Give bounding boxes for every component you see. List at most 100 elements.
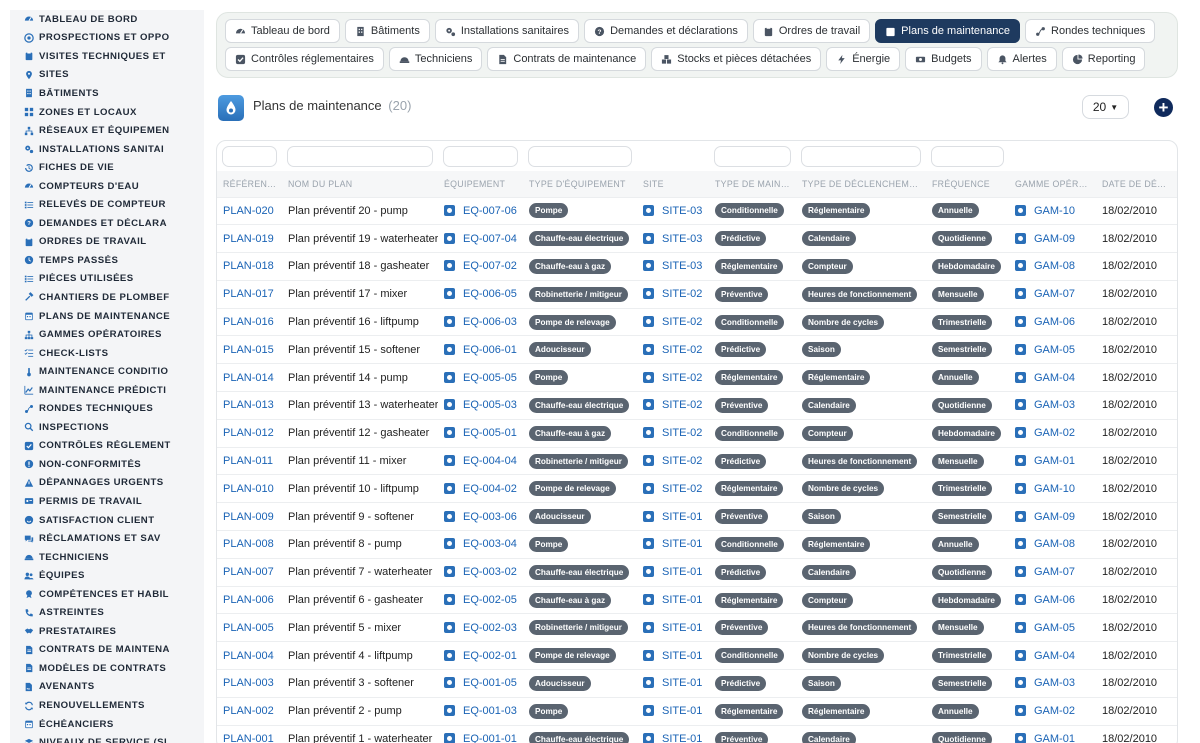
site-link[interactable]: SITE-01 <box>662 733 702 743</box>
site-link[interactable]: SITE-03 <box>662 233 702 245</box>
table-row[interactable]: PLAN-009 Plan préventif 9 - softener EQ-00… <box>217 502 1177 531</box>
reference-link[interactable]: PLAN-013 <box>223 399 274 411</box>
gamme-link[interactable]: GAM-01 <box>1034 455 1075 467</box>
sidebar-item-chantiers-de-plombef[interactable]: CHANTIERS DE PLOMBEF <box>10 288 204 307</box>
sidebar-item-renouvellements[interactable]: RENOUVELLEMENTS <box>10 696 204 715</box>
column-header-reference[interactable]: RÉFÉRENCE <box>217 171 282 197</box>
sidebar-item-fiches-de-vie[interactable]: FICHES DE VIE <box>10 158 204 177</box>
table-row[interactable]: PLAN-001 Plan préventif 1 - waterheater EQ… <box>217 724 1177 743</box>
sidebar-item-visites-techniques-et[interactable]: VISITES TECHNIQUES ET <box>10 47 204 66</box>
site-link[interactable]: SITE-02 <box>662 455 702 467</box>
reference-link[interactable]: PLAN-016 <box>223 316 274 328</box>
filter-input-equipment-type[interactable] <box>528 145 632 167</box>
table-row[interactable]: PLAN-012 Plan préventif 12 - gasheater EQ-… <box>217 418 1177 448</box>
tab-batiments[interactable]: Bâtiments <box>344 19 430 43</box>
site-link[interactable]: SITE-02 <box>662 316 702 328</box>
site-link[interactable]: SITE-02 <box>662 399 702 411</box>
sidebar-item-sites[interactable]: SITES <box>10 66 204 85</box>
tab-rondes-techniques[interactable]: Rondes techniques <box>1025 19 1156 43</box>
table-row[interactable]: PLAN-017 Plan préventif 17 - mixer EQ-006-… <box>217 279 1177 309</box>
site-link[interactable]: SITE-01 <box>662 566 702 578</box>
sidebar-item-techniciens[interactable]: TECHNICIENS <box>10 548 204 567</box>
gamme-link[interactable]: GAM-05 <box>1034 344 1075 356</box>
sidebar-item-echeanciers[interactable]: ÉCHÉANCIERS <box>10 715 204 734</box>
site-link[interactable]: SITE-02 <box>662 483 702 495</box>
site-link[interactable]: SITE-01 <box>662 677 702 689</box>
gamme-link[interactable]: GAM-08 <box>1034 260 1075 272</box>
site-link[interactable]: SITE-01 <box>662 622 702 634</box>
sidebar-item-modeles-de-contrats[interactable]: MODÈLES DE CONTRATS <box>10 659 204 678</box>
filter-input-name[interactable] <box>287 145 433 167</box>
tab-alertes[interactable]: Alertes <box>986 47 1057 71</box>
equipment-link[interactable]: EQ-004-04 <box>463 455 517 467</box>
site-link[interactable]: SITE-02 <box>662 372 702 384</box>
equipment-link[interactable]: EQ-005-05 <box>463 372 517 384</box>
column-header-site[interactable]: SITE <box>637 171 709 197</box>
reference-link[interactable]: PLAN-012 <box>223 427 274 439</box>
reference-link[interactable]: PLAN-002 <box>223 705 274 717</box>
equipment-link[interactable]: EQ-005-03 <box>463 399 517 411</box>
reference-link[interactable]: PLAN-019 <box>223 233 274 245</box>
equipment-link[interactable]: EQ-003-06 <box>463 511 517 523</box>
gamme-link[interactable]: GAM-06 <box>1034 316 1075 328</box>
sidebar-item-batiments[interactable]: BÂTIMENTS <box>10 84 204 103</box>
gamme-link[interactable]: GAM-04 <box>1034 372 1075 384</box>
table-row[interactable]: PLAN-006 Plan préventif 6 - gasheater EQ-0… <box>217 585 1177 614</box>
site-link[interactable]: SITE-01 <box>662 511 702 523</box>
reference-link[interactable]: PLAN-004 <box>223 650 274 662</box>
tab-installations-sanitaires[interactable]: Installations sanitaires <box>434 19 580 43</box>
equipment-link[interactable]: EQ-007-06 <box>463 205 517 217</box>
tab-techniciens[interactable]: Techniciens <box>388 47 483 71</box>
reference-link[interactable]: PLAN-008 <box>223 538 274 550</box>
tab-budgets[interactable]: Budgets <box>905 47 982 71</box>
sidebar-item-controles-reglement[interactable]: CONTRÔLES RÉGLEMENT <box>10 437 204 456</box>
per-page-select[interactable]: 20 ▼ <box>1082 95 1129 119</box>
equipment-link[interactable]: EQ-007-04 <box>463 233 517 245</box>
sidebar-item-reclamations-et-sav[interactable]: RÉCLAMATIONS ET SAV <box>10 529 204 548</box>
reference-link[interactable]: PLAN-020 <box>223 205 274 217</box>
column-header-name[interactable]: NOM DU PLAN <box>282 171 438 197</box>
tab-ordres-de-travail[interactable]: Ordres de travail <box>752 19 871 43</box>
filter-input-maintenance-type[interactable] <box>714 145 791 167</box>
gamme-link[interactable]: GAM-10 <box>1034 205 1075 217</box>
column-header-gamme[interactable]: GAMME OPÉRA... <box>1009 171 1096 197</box>
table-row[interactable]: PLAN-002 Plan préventif 2 - pump EQ-001-03… <box>217 696 1177 726</box>
gamme-link[interactable]: GAM-02 <box>1034 427 1075 439</box>
site-link[interactable]: SITE-02 <box>662 288 702 300</box>
equipment-link[interactable]: EQ-001-03 <box>463 705 517 717</box>
gamme-link[interactable]: GAM-07 <box>1034 288 1075 300</box>
equipment-link[interactable]: EQ-004-02 <box>463 483 517 495</box>
gamme-link[interactable]: GAM-04 <box>1034 650 1075 662</box>
table-row[interactable]: PLAN-014 Plan préventif 14 - pump EQ-005-0… <box>217 363 1177 392</box>
sidebar-item-temps-passes[interactable]: TEMPS PASSÉS <box>10 251 204 270</box>
sidebar-item-plans-de-maintenance[interactable]: PLANS DE MAINTENANCE <box>10 307 204 326</box>
sidebar-item-depannages-urgents[interactable]: DÉPANNAGES URGENTS <box>10 474 204 493</box>
tab-plans-de-maintenance[interactable]: Plans de maintenance <box>875 19 1021 43</box>
tab-stocks-et-pieces-detachees[interactable]: Stocks et pièces détachées <box>651 47 822 71</box>
sidebar-item-gammes-operatoires[interactable]: GAMMES OPÉRATOIRES <box>10 325 204 344</box>
column-header-start-date[interactable]: DATE DE DÉBUT <box>1096 171 1177 197</box>
site-link[interactable]: SITE-01 <box>662 594 702 606</box>
equipment-link[interactable]: EQ-007-02 <box>463 260 517 272</box>
reference-link[interactable]: PLAN-007 <box>223 566 274 578</box>
sidebar-item-ordres-de-travail[interactable]: ORDRES DE TRAVAIL <box>10 233 204 252</box>
reference-link[interactable]: PLAN-005 <box>223 622 274 634</box>
table-row[interactable]: PLAN-019 Plan préventif 19 - waterheater E… <box>217 224 1177 253</box>
site-link[interactable]: SITE-01 <box>662 650 702 662</box>
equipment-link[interactable]: EQ-002-03 <box>463 622 517 634</box>
sidebar-item-permis-de-travail[interactable]: PERMIS DE TRAVAIL <box>10 492 204 511</box>
site-link[interactable]: SITE-01 <box>662 538 702 550</box>
tab-tableau-de-bord[interactable]: Tableau de bord <box>225 19 340 43</box>
site-link[interactable]: SITE-02 <box>662 427 702 439</box>
equipment-link[interactable]: EQ-002-05 <box>463 594 517 606</box>
table-row[interactable]: PLAN-011 Plan préventif 11 - mixer EQ-004-… <box>217 446 1177 475</box>
table-row[interactable]: PLAN-003 Plan préventif 3 - softener EQ-00… <box>217 669 1177 698</box>
sidebar-item-equipes[interactable]: ÉQUIPES <box>10 566 204 585</box>
table-row[interactable]: PLAN-013 Plan préventif 13 - waterheater E… <box>217 391 1177 420</box>
reference-link[interactable]: PLAN-003 <box>223 677 274 689</box>
equipment-link[interactable]: EQ-003-04 <box>463 538 517 550</box>
reference-link[interactable]: PLAN-006 <box>223 594 274 606</box>
reference-link[interactable]: PLAN-010 <box>223 483 274 495</box>
column-header-trigger-type[interactable]: TYPE DE DÉCLENCHEMENT <box>796 171 926 197</box>
tab-controles-reglementaires[interactable]: Contrôles réglementaires <box>225 47 384 71</box>
